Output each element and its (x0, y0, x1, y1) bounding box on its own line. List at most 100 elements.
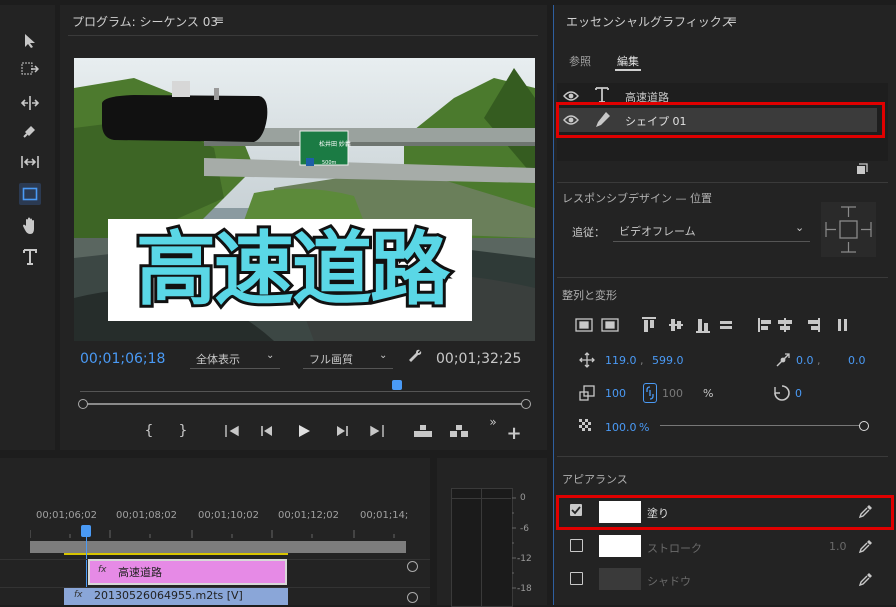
timeline-scroll-knob[interactable] (407, 561, 418, 572)
hand-tool[interactable] (19, 215, 41, 237)
type-tool[interactable] (19, 246, 41, 268)
pin-to-dropdown[interactable]: ビデオフレーム ⌄ (613, 219, 810, 242)
go-to-out-button[interactable] (367, 422, 387, 440)
selection-tool[interactable] (19, 30, 41, 52)
duration-timecode: 00;01;32;25 (436, 351, 522, 367)
opacity-slider[interactable] (660, 421, 869, 431)
anchor-point-icon (775, 352, 791, 368)
eyedropper-icon[interactable] (858, 538, 874, 554)
meter-level: -12 (517, 554, 532, 564)
razor-tool[interactable] (19, 120, 41, 142)
tab-edit[interactable]: 編集 (617, 53, 639, 69)
eye-icon[interactable] (563, 90, 579, 102)
meter-header (451, 488, 511, 499)
essential-graphics-title[interactable]: エッセンシャルグラフィックス (566, 13, 733, 30)
track-select-tool[interactable] (19, 58, 41, 80)
timeline-scroll-knob[interactable] (407, 592, 418, 603)
stroke-checkbox[interactable] (570, 539, 583, 552)
zoom-scrollbar[interactable] (78, 399, 531, 409)
shadow-color-swatch[interactable] (599, 568, 641, 590)
title-text-overlay[interactable]: 高速道路 (112, 218, 472, 322)
zoom-dropdown-value: 全体表示 (196, 353, 240, 366)
position-y-value[interactable]: 599.0 (652, 354, 684, 367)
mark-in-button[interactable]: { (140, 422, 158, 440)
tab-edit-underline (615, 69, 641, 71)
scale-value[interactable]: 100 (605, 387, 626, 400)
meter-channel-left (451, 488, 483, 607)
section-divider (557, 277, 888, 278)
shadow-checkbox[interactable] (570, 572, 583, 585)
opacity-unit: % (639, 421, 650, 434)
video-clip-label: 20130526064955.m2ts [V] (94, 589, 243, 602)
stroke-color-swatch[interactable] (599, 535, 641, 557)
quality-dropdown[interactable]: フル画質 ⌄ (303, 348, 393, 369)
comma-separator: , (640, 354, 644, 367)
comma-separator: , (817, 354, 821, 367)
current-timecode[interactable]: 00;01;06;18 (80, 351, 165, 367)
sign-text: 松井田 妙義 (319, 140, 351, 148)
tools-panel (0, 5, 55, 450)
zoom-handle-right[interactable] (521, 399, 531, 409)
new-layer-icon[interactable] (856, 163, 868, 175)
quality-dropdown-value: フル画質 (309, 353, 353, 366)
step-forward-button[interactable] (332, 422, 352, 440)
more-controls-icon[interactable]: » (486, 415, 500, 429)
align-transform-label: 整列と変形 (562, 289, 617, 302)
opacity-value[interactable]: 100.0 (605, 421, 637, 434)
meter-level: 0 (520, 493, 526, 503)
anchor-x-value[interactable]: 0.0 (796, 354, 814, 367)
step-back-button[interactable] (257, 422, 277, 440)
audio-meter-panel: 0 -6 -12 -18 (437, 458, 547, 607)
panel-menu-icon[interactable]: ≡ (727, 13, 737, 27)
ruler-timecode: 00;01;08;02 (116, 510, 178, 521)
video-clip[interactable]: fx 20130526064955.m2ts [V] (64, 588, 288, 605)
chevron-down-icon: ⌄ (795, 221, 805, 234)
opacity-icon (579, 419, 593, 433)
zoom-dropdown[interactable]: 全体表示 ⌄ (190, 348, 280, 369)
zoom-handle-left[interactable] (78, 399, 88, 409)
mark-out-button[interactable]: } (174, 422, 192, 440)
wrench-icon[interactable] (407, 348, 423, 364)
position-x-value[interactable]: 119.0 (605, 354, 637, 367)
align-icons-row (574, 316, 874, 334)
program-monitor-title[interactable]: プログラム: シーケンス 03 (72, 13, 218, 30)
fx-badge: fx (74, 590, 83, 600)
pin-edges-widget[interactable] (821, 202, 876, 257)
anchor-y-value[interactable]: 0.0 (848, 354, 866, 367)
go-to-in-button[interactable] (222, 422, 242, 440)
meter-ticks (512, 497, 516, 589)
ripple-edit-tool[interactable] (19, 92, 41, 114)
slip-tool[interactable] (19, 151, 41, 173)
stroke-width-value[interactable]: 1.0 (829, 540, 847, 553)
panel-menu-icon[interactable]: ≡ (214, 13, 224, 27)
appearance-label: アピアランス (562, 473, 628, 486)
rotation-value[interactable]: 0 (795, 387, 802, 400)
panel-tab-underline (68, 35, 538, 36)
chevron-down-icon: ⌄ (379, 350, 388, 361)
playhead-scrubber[interactable] (80, 380, 530, 395)
opacity-slider-handle[interactable] (859, 421, 869, 431)
program-monitor-panel: プログラム: シーケンス 03 ≡ 松井田 妙義 500m 高速道路 00;01… (60, 5, 547, 450)
add-button-icon[interactable]: + (506, 423, 522, 444)
eyedropper-icon[interactable] (858, 571, 874, 587)
play-button[interactable] (294, 421, 314, 441)
scale-icon (579, 385, 595, 401)
fx-badge: fx (98, 565, 107, 575)
sign-distance: 500m (322, 160, 337, 166)
rectangle-tool[interactable] (19, 183, 41, 205)
video-frame[interactable]: 松井田 妙義 500m 高速道路 (74, 58, 535, 341)
extract-button[interactable] (448, 422, 470, 440)
section-divider (557, 456, 888, 457)
title-clip[interactable]: fx 高速道路 (88, 559, 287, 585)
chevron-down-icon: ⌄ (266, 350, 275, 361)
pin-to-value: ビデオフレーム (619, 225, 696, 238)
timeline-playhead[interactable] (81, 525, 91, 537)
scale-height-value: 100 (662, 387, 683, 400)
playhead-marker[interactable] (392, 380, 402, 390)
tab-browse[interactable]: 参照 (569, 53, 591, 69)
meter-level: -18 (517, 584, 532, 594)
lift-button[interactable] (412, 422, 434, 440)
timeline-panel: 00;01;06;02 00;01;08;02 00;01;10;02 00;0… (0, 458, 430, 605)
link-icon[interactable] (643, 383, 657, 403)
essential-graphics-panel: エッセンシャルグラフィックス ≡ 参照 編集 高速道路 シェイプ 01 レスポン… (553, 5, 896, 605)
